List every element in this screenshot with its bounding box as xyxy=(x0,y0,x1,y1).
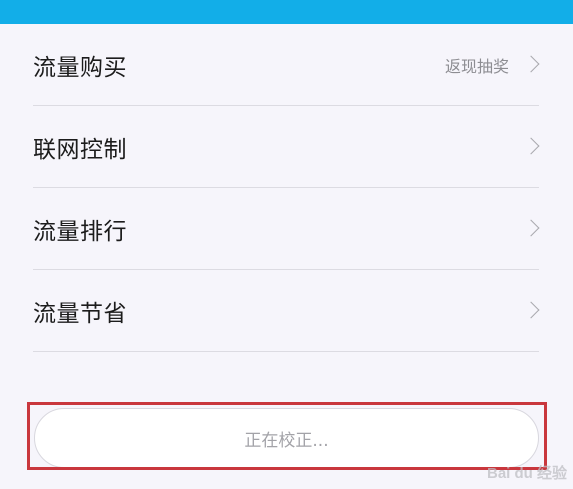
menu-item-network-control[interactable]: 联网控制 xyxy=(33,106,540,188)
chevron-right-icon xyxy=(522,137,540,154)
menu-item-label: 流量排行 xyxy=(33,218,127,245)
menu-item-traffic-purchase[interactable]: 流量购买 返现抽奖 xyxy=(33,24,540,106)
menu-item-traffic-saving[interactable]: 流量节省 xyxy=(33,270,540,352)
chevron-right-icon xyxy=(522,301,540,318)
menu-list: 流量购买 返现抽奖 联网控制 流量排行 流量节省 xyxy=(0,24,573,352)
menu-item-label: 流量购买 xyxy=(33,54,127,81)
highlight-frame xyxy=(27,402,547,470)
menu-item-label: 联网控制 xyxy=(33,136,127,163)
top-bar xyxy=(0,0,573,24)
watermark: Bai du 经验 xyxy=(486,465,567,482)
menu-item-traffic-ranking[interactable]: 流量排行 xyxy=(33,188,540,270)
chevron-right-icon xyxy=(522,219,540,236)
menu-item-label: 流量节省 xyxy=(33,300,127,327)
cashback-lottery-hint: 返现抽奖 xyxy=(444,56,509,76)
chevron-right-icon xyxy=(522,55,540,72)
